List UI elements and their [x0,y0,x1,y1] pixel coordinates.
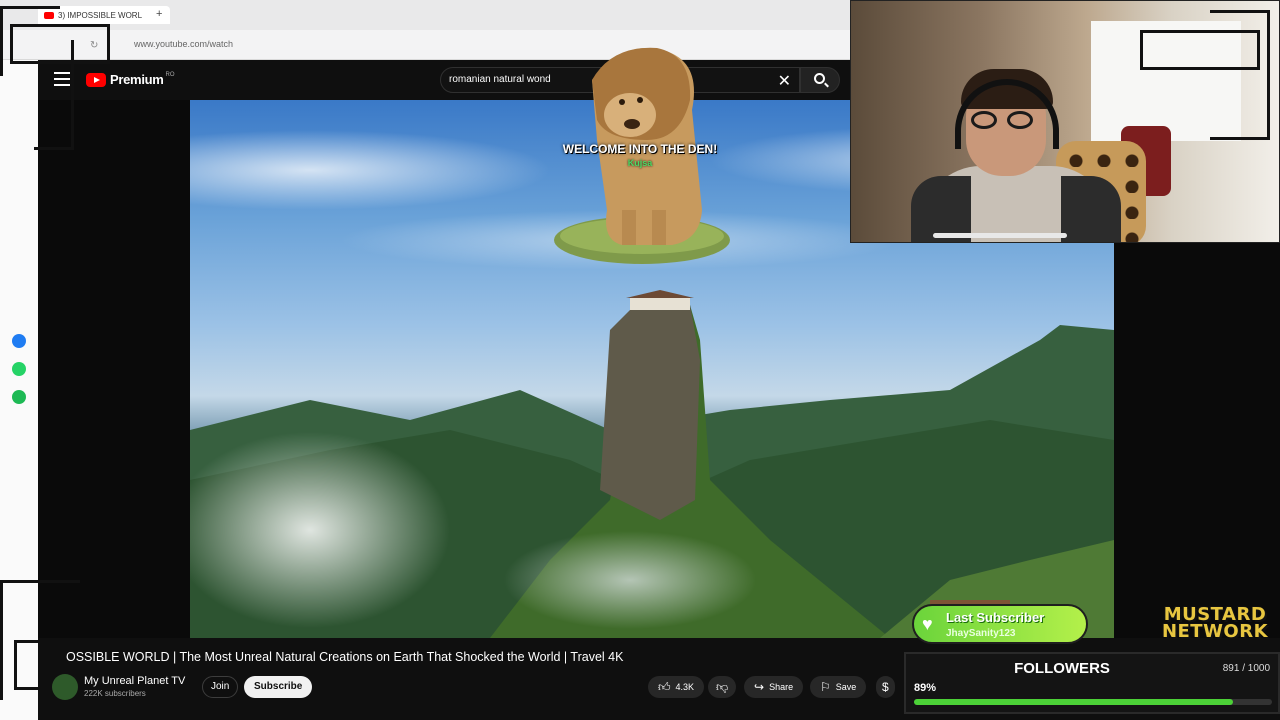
whatsapp-icon[interactable] [12,362,26,376]
messenger-icon[interactable] [12,334,26,348]
search-button[interactable] [800,67,840,93]
thanks-icon: $ [882,680,889,694]
screen: { "browser": { "tab_title": "3) IMPOSSIB… [0,0,1280,720]
youtube-play-icon [86,72,106,87]
tab-title: 3) IMPOSSIBLE WORL [58,10,143,20]
followers-label: FOLLOWERS [1014,660,1110,677]
save-button[interactable]: ⚐ Save [810,676,867,698]
heart-icon: ♥ [922,614,933,634]
webcam-bottom-bar [933,233,1067,238]
followers-count: 891 / 1000 [1222,663,1270,674]
save-label: Save [835,682,857,692]
browser-tab-bar: 3) IMPOSSIBLE WORL + [0,0,850,30]
share-button[interactable]: ↪ Share [744,676,804,698]
followers-progress-track [914,699,1272,705]
player-letterbox-left [38,100,190,638]
video-title: OSSIBLE WORLD | The Most Unreal Natural … [66,650,624,664]
dislike-button[interactable]: 👎︎ [708,676,737,698]
alert-title: WELCOME INTO THE DEN! [562,142,718,156]
logo-country: RO [165,71,175,78]
channel-name[interactable]: My Unreal Planet TV [84,675,185,687]
like-button[interactable]: 👍︎ 4.3K [648,676,705,698]
subscriber-count: 222K subscribers [84,689,146,698]
new-tab-button[interactable]: + [156,8,162,20]
last-subscriber-name: JhaySanity123 [946,628,1016,639]
logo-text: Premium [110,72,164,87]
channel-avatar[interactable] [52,674,78,700]
spotify-icon[interactable] [12,390,26,404]
subscribe-button[interactable]: Subscribe [244,676,313,698]
thumbs-down-icon: 👎︎ [716,680,729,694]
decorative-frame [34,40,74,150]
clear-search-icon[interactable]: ✕ [778,71,791,91]
video-meta: OSSIBLE WORLD | The Most Unreal Natural … [38,638,908,720]
brand-line-2: NETWORK [1161,621,1269,642]
join-button[interactable]: Join [202,676,239,698]
webcam-jacket [1061,176,1121,242]
search-icon [814,73,825,84]
thumbs-up-icon: 👍︎ [658,680,671,694]
video-mist [450,480,810,638]
share-label: Share [769,682,794,692]
followers-progress-fill [914,699,1233,705]
bookmark-icon: ⚐ [820,680,831,694]
player-letterbox-right [1114,243,1280,638]
brand-logo: MUSTARD NETWORK [1156,606,1274,646]
share-icon: ↪ [754,680,765,694]
last-subscriber-widget: ♥ Last Subscriber JhaySanity123 [912,604,1088,644]
followers-percent: 89% [914,682,937,694]
followers-goal-widget: FOLLOWERS 891 / 1000 89% [904,652,1280,714]
decorative-frame [1210,10,1270,140]
thanks-button[interactable]: $ [876,676,895,698]
url-field[interactable]: www.youtube.com/watch [134,39,233,49]
youtube-logo[interactable]: Premium RO [86,72,175,87]
last-subscriber-label: Last Subscriber [946,610,1045,625]
alert-name: Kujsa [627,158,653,168]
like-count: 4.3K [675,682,695,692]
glasses-icon [971,111,1041,131]
